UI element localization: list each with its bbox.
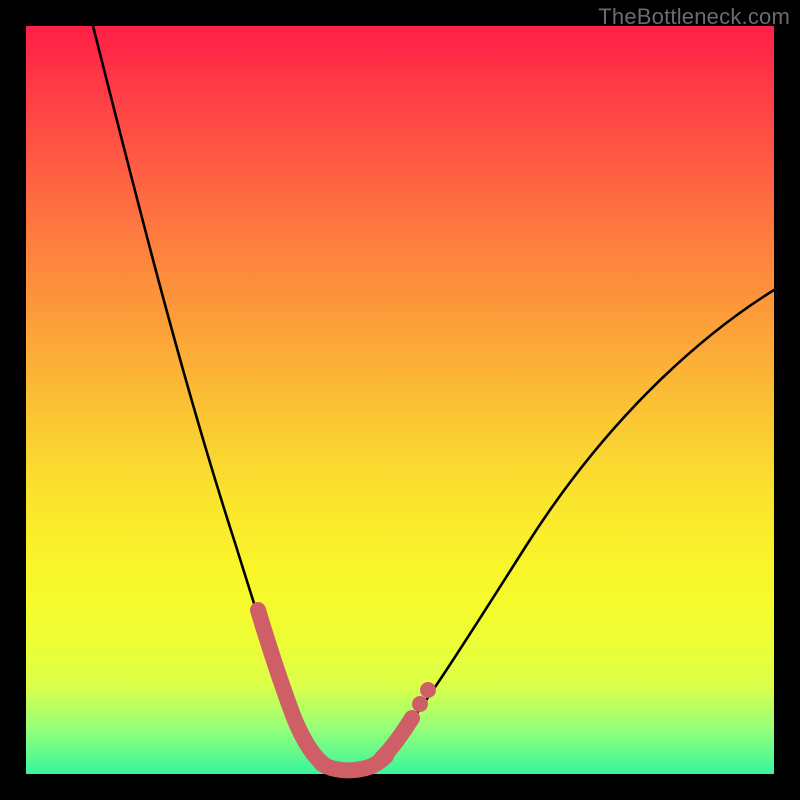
highlight-segment-right xyxy=(382,718,412,758)
highlight-dot xyxy=(420,682,436,698)
highlight-dot xyxy=(412,696,428,712)
chart-frame: TheBottleneck.com xyxy=(0,0,800,800)
highlight-segment-left xyxy=(258,610,326,766)
plot-area xyxy=(26,26,774,774)
bottleneck-curve xyxy=(93,26,774,770)
curve-svg xyxy=(26,26,774,774)
watermark-text: TheBottleneck.com xyxy=(598,4,790,30)
